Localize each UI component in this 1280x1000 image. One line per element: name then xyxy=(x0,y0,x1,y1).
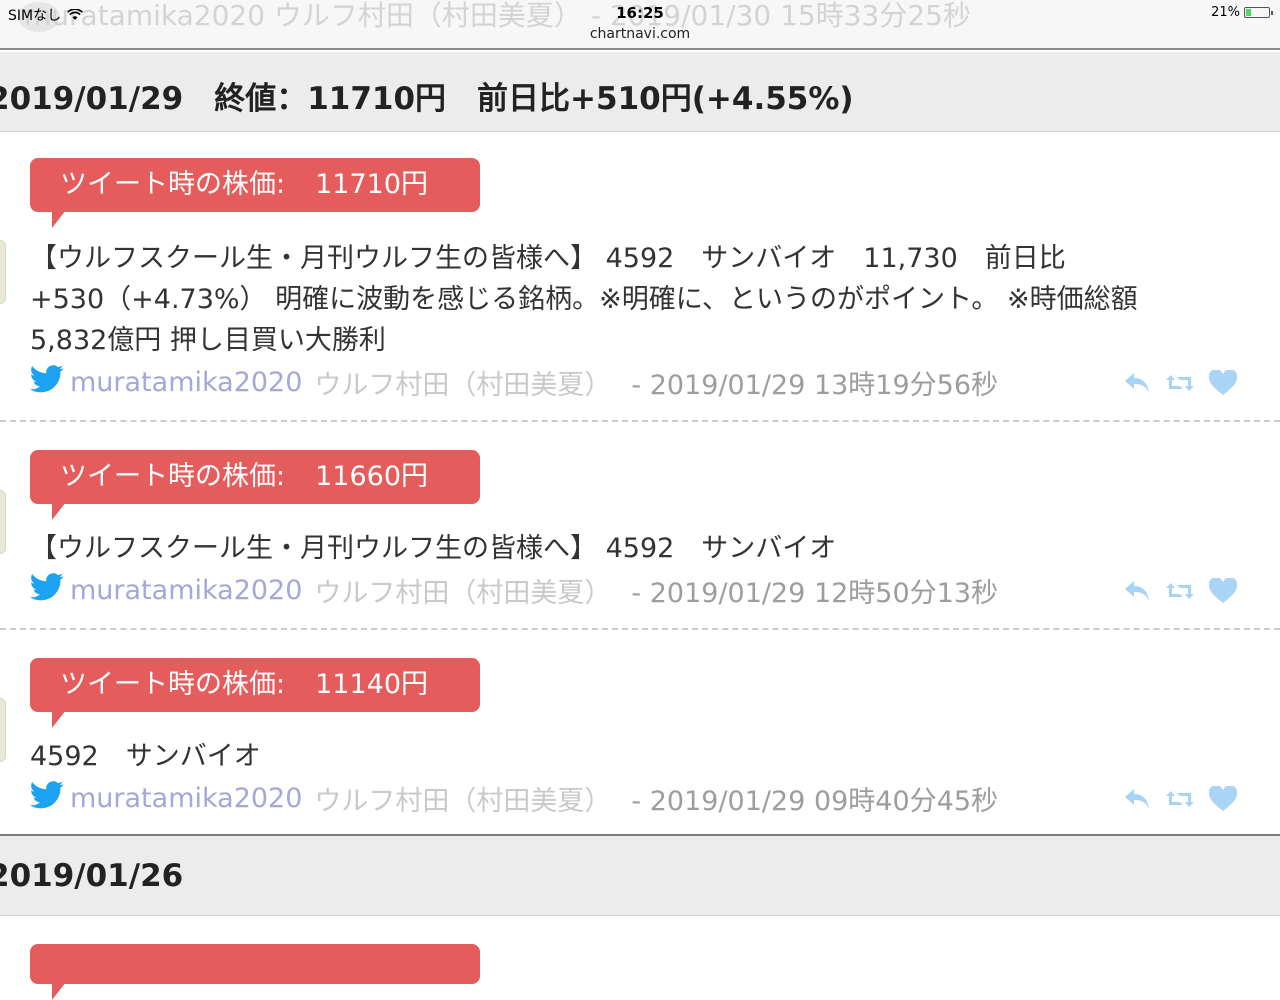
tweet-meta: muratamika2020 ウルフ村田（村田美夏） - 2019/01/29 … xyxy=(30,363,998,402)
avatar[interactable] xyxy=(0,490,6,554)
tweet-meta: muratamika2020 ウルフ村田（村田美夏） - 2019/01/29 … xyxy=(30,779,998,818)
tweet-item: ツイート時の株価: 11710円 【ウルフスクール生・月刊ウルフ生の皆様へ】 45… xyxy=(0,132,1280,422)
tweet-timestamp[interactable]: - 2019/01/29 13時19分56秒 xyxy=(631,363,998,402)
twitter-bird-icon xyxy=(30,364,64,401)
price-badge-partial xyxy=(30,944,480,1000)
address-bar-url[interactable]: chartnavi.com xyxy=(0,26,1280,42)
tweet-item: ツイート時の株価: 11140円 4592 サンバイオ muratamika202… xyxy=(0,630,1280,834)
avatar[interactable] xyxy=(0,240,6,304)
tweet-meta: muratamika2020 ウルフ村田（村田美夏） - 2019/01/29 … xyxy=(30,571,998,610)
tweet-handle[interactable]: muratamika2020 xyxy=(70,367,302,398)
avatar[interactable] xyxy=(0,698,6,762)
battery-fill xyxy=(1246,9,1251,16)
day-header: 2019/01/26 xyxy=(0,836,1280,916)
tweet-handle[interactable]: muratamika2020 xyxy=(70,783,302,814)
price-badge: ツイート時の株価: 11710円 xyxy=(30,158,480,228)
tweet-timestamp[interactable]: - 2019/01/29 09時40分45秒 xyxy=(631,779,998,818)
price-label: ツイート時の株価: xyxy=(60,669,286,700)
day-header-text: 2019/01/26 xyxy=(0,858,184,894)
tweet-handle[interactable]: muratamika2020 xyxy=(70,575,302,606)
twitter-bird-icon xyxy=(30,572,64,609)
tweet-actions xyxy=(1122,786,1238,812)
price-label: ツイート時の株価: xyxy=(60,169,286,200)
price-badge: ツイート時の株価: 11660円 xyxy=(30,450,480,520)
heart-icon[interactable] xyxy=(1208,370,1238,396)
tweet-author-name[interactable]: ウルフ村田（村田美夏） xyxy=(314,571,611,610)
retweet-icon[interactable] xyxy=(1164,371,1196,395)
reply-icon[interactable] xyxy=(1122,786,1152,812)
heart-icon[interactable] xyxy=(1208,786,1238,812)
price-value: 11660円 xyxy=(315,461,429,492)
reply-icon[interactable] xyxy=(1122,370,1152,396)
tweet-actions xyxy=(1122,578,1238,604)
tweet-text: 【ウルフスクール生・月刊ウルフ生の皆様へ】 4592 サンバイオ xyxy=(30,533,837,564)
price-badge: ツイート時の株価: 11140円 xyxy=(30,658,480,728)
price-label: ツイート時の株価: xyxy=(60,461,286,492)
status-bar: muratamika2020 ウルフ村田（村田美夏） - 2019/01/30 … xyxy=(0,0,1280,50)
battery-percent: 21% xyxy=(1211,5,1240,20)
price-value: 11710円 xyxy=(315,169,429,200)
retweet-icon[interactable] xyxy=(1164,787,1196,811)
twitter-bird-icon xyxy=(30,780,64,817)
price-value: 11140円 xyxy=(315,669,429,700)
retweet-icon[interactable] xyxy=(1164,579,1196,603)
tweet-item: ツイート時の株価: 11660円 【ウルフスクール生・月刊ウルフ生の皆様へ】 45… xyxy=(0,422,1280,628)
tweet-text: 4592 サンバイオ xyxy=(30,741,261,772)
clock: 16:25 xyxy=(616,4,664,22)
tweet-author-name[interactable]: ウルフ村田（村田美夏） xyxy=(314,779,611,818)
day-header-text: 2019/01/29 終値：11710円 前日比+510円(+4.55%) xyxy=(0,81,854,117)
day-header: 2019/01/29 終値：11710円 前日比+510円(+4.55%) xyxy=(0,52,1280,132)
battery-icon xyxy=(1244,7,1273,18)
battery-status: 21% xyxy=(1211,5,1273,20)
reply-icon[interactable] xyxy=(1122,578,1152,604)
heart-icon[interactable] xyxy=(1208,578,1238,604)
tweet-timestamp[interactable]: - 2019/01/29 12時50分13秒 xyxy=(631,571,998,610)
tweet-text: 【ウルフスクール生・月刊ウルフ生の皆様へ】 4592 サンバイオ 11,730 … xyxy=(30,243,1138,356)
tweet-actions xyxy=(1122,370,1238,396)
tweet-author-name[interactable]: ウルフ村田（村田美夏） xyxy=(314,363,611,402)
